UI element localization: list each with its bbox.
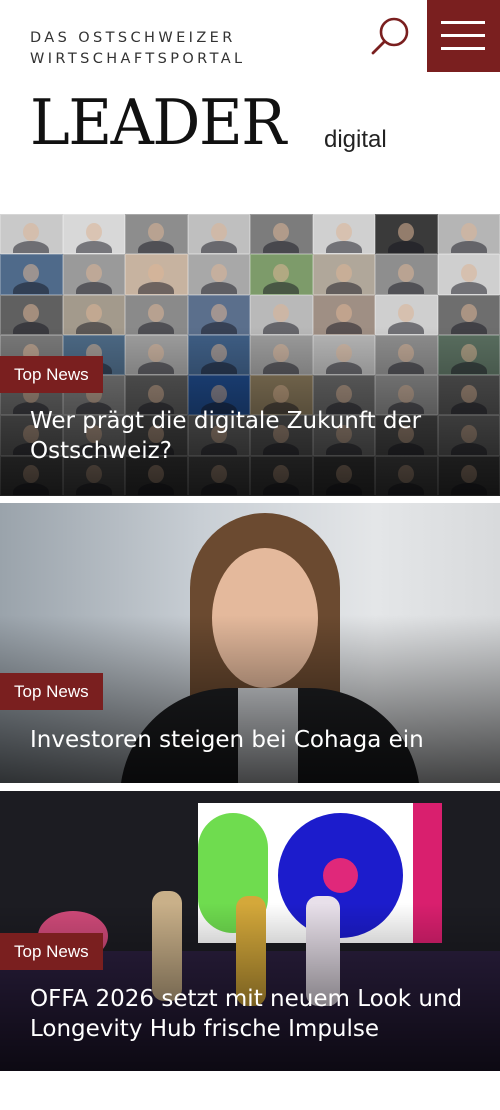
hamburger-menu-icon	[441, 21, 485, 24]
mosaic-tile	[312, 214, 375, 255]
mosaic-tile	[312, 254, 375, 295]
site-logo[interactable]: LEADER digital	[30, 86, 387, 166]
mosaic-tile	[250, 254, 313, 295]
logo-wordmark: LEADER	[30, 86, 286, 159]
search-button[interactable]	[368, 14, 414, 60]
mosaic-tile	[437, 214, 500, 255]
menu-button[interactable]	[427, 0, 500, 72]
top-news-badge[interactable]: Top News	[0, 673, 103, 710]
article-title[interactable]: OFFA 2026 setzt mit neuem Look und Longe…	[30, 984, 480, 1044]
hamburger-line	[441, 47, 485, 50]
site-tagline: DAS OSTSCHWEIZER WIRTSCHAFTSPORTAL	[30, 28, 290, 70]
article-card-2[interactable]: Top News Investoren steigen bei Cohaga e…	[0, 503, 500, 783]
mosaic-tile	[0, 254, 63, 295]
mosaic-tile	[375, 254, 438, 295]
mosaic-tile	[250, 214, 313, 255]
mosaic-tile	[125, 254, 188, 295]
tagline-line-1: DAS OSTSCHWEIZER	[30, 30, 236, 46]
logo-subtitle: digital	[324, 126, 387, 153]
article-title[interactable]: Wer prägt die digitale Zukunft der Ostsc…	[30, 406, 480, 466]
hamburger-line	[441, 34, 485, 37]
article-card-1[interactable]: Top News Wer prägt die digitale Zukunft …	[0, 214, 500, 496]
mosaic-tile	[375, 214, 438, 255]
top-news-badge[interactable]: Top News	[0, 356, 103, 393]
tagline-line-2: WIRTSCHAFTSPORTAL	[30, 51, 246, 67]
mosaic-tile	[0, 214, 63, 255]
mosaic-tile	[62, 214, 125, 255]
article-card-3[interactable]: Top News OFFA 2026 setzt mit neuem Look …	[0, 791, 500, 1071]
mosaic-tile	[187, 214, 250, 255]
mosaic-tile	[187, 254, 250, 295]
mosaic-tile	[62, 254, 125, 295]
screen-shape-pink	[323, 858, 358, 893]
mosaic-tile	[437, 254, 500, 295]
mosaic-tile	[125, 214, 188, 255]
search-icon	[371, 17, 409, 55]
article-title[interactable]: Investoren steigen bei Cohaga ein	[30, 725, 480, 755]
top-news-badge[interactable]: Top News	[0, 933, 103, 970]
